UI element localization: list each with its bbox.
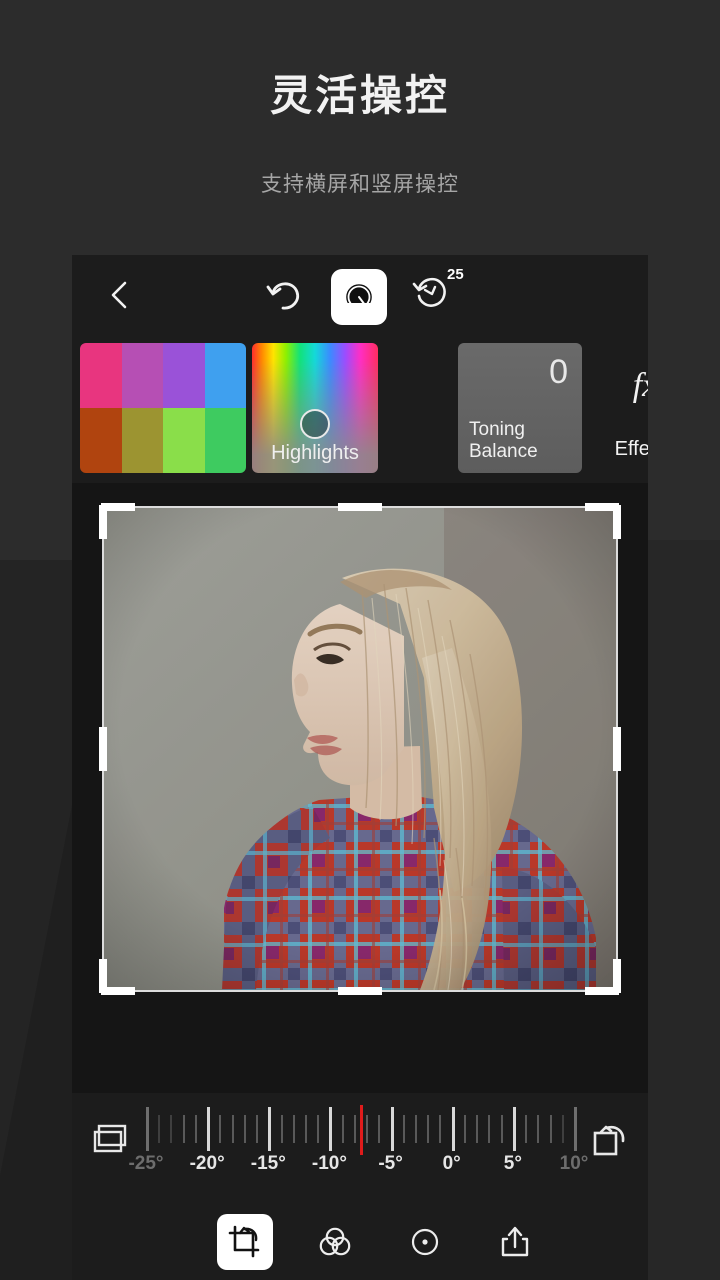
rotate-square-icon xyxy=(593,1125,625,1156)
swatch-6[interactable] xyxy=(163,408,205,473)
ruler-labels: -25° -20° -15° -10° -5° 0° 5° 10° xyxy=(128,1153,588,1183)
circle-outline-icon xyxy=(300,409,330,439)
undo-arrow-icon xyxy=(266,282,300,310)
app-top-toolbar: 25 xyxy=(72,255,648,335)
ruler-tick xyxy=(402,1115,405,1143)
tile-effects-label: Effects xyxy=(614,438,648,460)
tile-highlights-label: Highlights xyxy=(271,442,359,464)
history-button[interactable]: 25 xyxy=(409,266,465,325)
ruler-tick xyxy=(488,1115,491,1143)
photo-canvas[interactable] xyxy=(72,483,648,1093)
ruler-tick xyxy=(549,1115,552,1143)
ruler-tick xyxy=(463,1115,466,1143)
ruler-label: -25° xyxy=(128,1153,164,1174)
ruler-tick xyxy=(439,1115,442,1143)
page-title: 灵活操控 xyxy=(269,72,450,119)
toning-balance-value: 0 xyxy=(549,353,568,391)
ruler-tick xyxy=(231,1115,234,1143)
undo-button[interactable] xyxy=(261,271,309,319)
history-count-badge: 25 xyxy=(447,266,464,283)
ruler-tick xyxy=(182,1115,185,1143)
tile-toning-balance[interactable]: 0 Toning Balance xyxy=(458,343,582,473)
swatch-3[interactable] xyxy=(204,343,246,408)
toning-label-line2: Balance xyxy=(469,440,538,462)
tab-share[interactable] xyxy=(487,1214,543,1270)
rotation-ruler[interactable]: -25° -20° -15° -10° -5° 0° 5° 10° xyxy=(128,1101,588,1201)
dial-knob-icon xyxy=(343,281,375,314)
photo-image xyxy=(104,508,616,990)
ruler-tick xyxy=(170,1115,173,1143)
share-upload-icon xyxy=(501,1226,529,1257)
ruler-label: 5° xyxy=(503,1153,522,1174)
ruler-label: 10° xyxy=(559,1153,589,1174)
ruler-tick xyxy=(476,1115,479,1143)
toning-label-line1: Toning xyxy=(469,418,525,440)
ruler-tick xyxy=(329,1107,333,1151)
ruler-tick xyxy=(525,1115,528,1143)
ruler-tick xyxy=(512,1107,516,1151)
ruler-tick xyxy=(219,1115,222,1143)
aspect-ratio-button[interactable] xyxy=(90,1117,134,1161)
tile-effects[interactable]: fx Effects xyxy=(590,343,648,473)
page-background: 灵活操控 支持横屏和竖屏操控 25 Highlights 0 Toning Ba… xyxy=(0,0,720,1280)
tab-color-mix[interactable] xyxy=(307,1214,363,1270)
swatch-0[interactable] xyxy=(80,343,122,408)
ruler-current-marker xyxy=(360,1105,363,1155)
ruler-tick xyxy=(194,1115,197,1143)
ruler-tick xyxy=(280,1115,283,1143)
ruler-tick xyxy=(561,1115,564,1143)
ruler-tick xyxy=(390,1107,394,1151)
ruler-tick xyxy=(415,1115,418,1143)
ruler-tick xyxy=(427,1115,430,1143)
ruler-label: -15° xyxy=(250,1153,286,1174)
ruler-tick xyxy=(353,1115,356,1143)
ruler-label: 0° xyxy=(442,1153,461,1174)
ruler-tick xyxy=(317,1115,320,1143)
ruler-tick xyxy=(366,1115,369,1143)
bottom-tab-bar xyxy=(72,1208,648,1280)
swatch-4[interactable] xyxy=(80,408,122,473)
chevron-left-icon xyxy=(111,281,127,309)
ruler-tick xyxy=(292,1115,295,1143)
fx-icon: fx xyxy=(632,367,648,404)
ruler-tick xyxy=(158,1115,161,1143)
tab-crop-rotate[interactable] xyxy=(217,1214,273,1270)
app-screenshot-panel: 25 Highlights 0 Toning Balance f Effe -2… xyxy=(72,255,648,1280)
swatch-5[interactable] xyxy=(121,408,163,473)
edit-dial-button[interactable] xyxy=(331,269,387,325)
ruler-tick xyxy=(256,1115,259,1143)
tile-color-grid[interactable] xyxy=(80,343,246,473)
tab-adjust[interactable] xyxy=(397,1214,453,1270)
tool-tile-strip[interactable]: Highlights 0 Toning Balance fx Effects xyxy=(72,335,648,483)
aspect-ratio-icon xyxy=(93,1124,127,1153)
dot-circle-icon xyxy=(411,1228,439,1256)
tile-highlights[interactable]: Highlights xyxy=(252,343,378,473)
ruler-tick xyxy=(243,1115,246,1143)
ruler-tick xyxy=(341,1115,344,1143)
ruler-tick xyxy=(378,1115,381,1143)
ruler-tick xyxy=(207,1107,211,1151)
photo-artwork xyxy=(104,508,616,990)
swatch-1[interactable] xyxy=(121,343,163,408)
rotation-ruler-row: -25° -20° -15° -10° -5° 0° 5° 10° xyxy=(72,1093,648,1208)
ruler-label: -20° xyxy=(189,1153,225,1174)
ruler-label: -5° xyxy=(378,1153,403,1174)
ruler-tick xyxy=(146,1107,149,1151)
ruler-tick xyxy=(451,1107,455,1151)
swatch-2[interactable] xyxy=(163,343,205,408)
rotate-button[interactable] xyxy=(586,1117,630,1161)
ruler-tick xyxy=(268,1107,272,1151)
ruler-tick xyxy=(500,1115,503,1143)
three-circles-icon xyxy=(319,1227,351,1256)
ruler-ticks xyxy=(146,1105,577,1155)
ruler-tick xyxy=(304,1115,307,1143)
swatch-7[interactable] xyxy=(204,408,246,473)
toning-balance-label: Toning Balance xyxy=(469,419,538,463)
page-subtitle: 支持横屏和竖屏操控 xyxy=(261,173,459,196)
back-button[interactable] xyxy=(96,271,144,319)
ruler-label: -10° xyxy=(311,1153,347,1174)
ruler-tick xyxy=(537,1115,540,1143)
crop-rotate-icon xyxy=(228,1225,260,1258)
ruler-tick xyxy=(574,1107,577,1151)
